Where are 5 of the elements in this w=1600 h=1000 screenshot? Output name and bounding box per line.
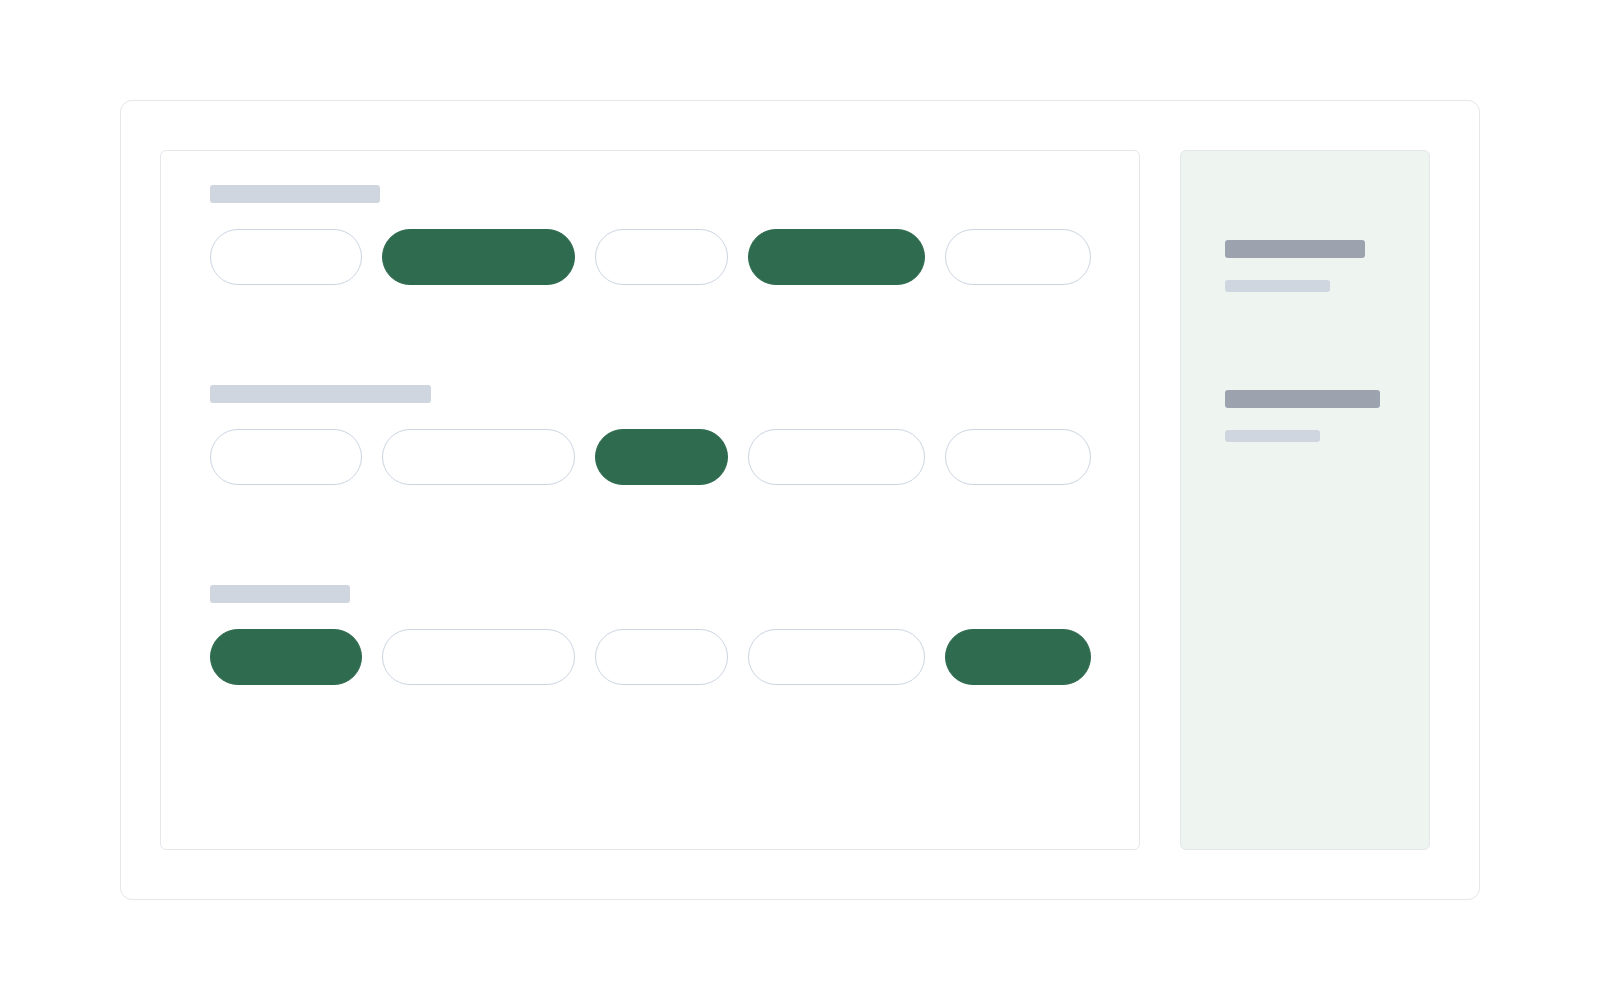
option-chip[interactable]	[210, 629, 362, 685]
option-chip[interactable]	[748, 229, 925, 285]
option-chip[interactable]	[595, 429, 728, 485]
option-chip[interactable]	[382, 229, 575, 285]
option-chip[interactable]	[945, 629, 1091, 685]
